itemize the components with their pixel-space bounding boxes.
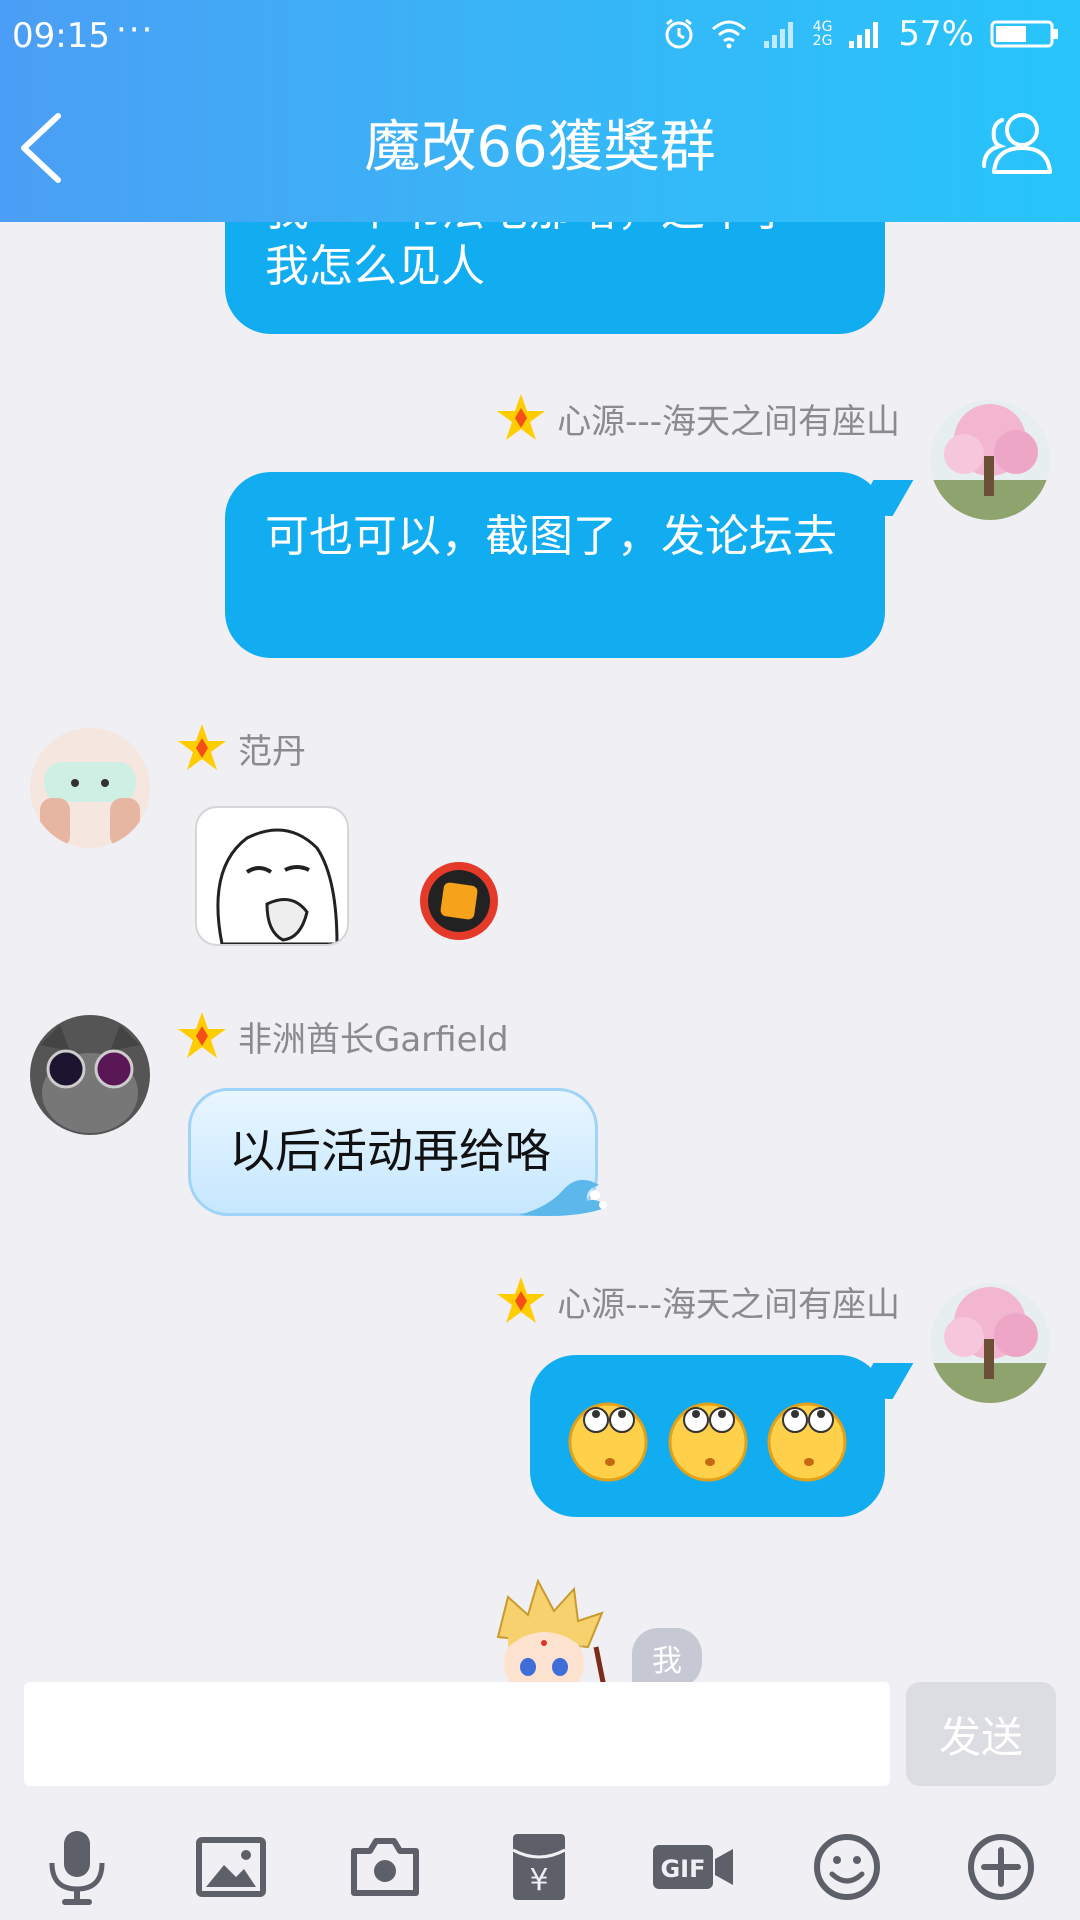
gif-button[interactable]: GIF xyxy=(648,1822,738,1912)
svg-text:GIF: GIF xyxy=(660,1855,705,1883)
input-toolbar: ¥ GIF xyxy=(0,1822,1080,1912)
sender-row: 心源---海天之间有座山 xyxy=(495,392,900,444)
rolling-eyes-emoji-icon xyxy=(568,1402,648,1482)
alarm-icon xyxy=(665,18,693,49)
sender-name[interactable]: 心源---海天之间有座山 xyxy=(557,1277,900,1326)
self-tag-badge: 我 xyxy=(632,1628,702,1682)
avatar[interactable] xyxy=(30,1015,150,1135)
star-badge-icon xyxy=(497,394,546,440)
avatar-cherry-tree-image xyxy=(930,1283,1050,1403)
sender-name[interactable]: 非洲酋长Garfield xyxy=(238,1012,509,1061)
avatar[interactable] xyxy=(30,728,150,848)
group-members-icon xyxy=(982,113,1052,174)
angry-emoji-icon[interactable] xyxy=(420,862,498,940)
star-badge-icon xyxy=(178,724,226,770)
status-more: ··· xyxy=(116,10,155,50)
gif-icon: GIF xyxy=(653,1845,733,1889)
message-text: 可也可以，截图了，发论坛去 xyxy=(265,511,837,562)
emoji-icon xyxy=(814,1834,880,1900)
battery-icon xyxy=(990,20,1058,48)
signal-icon-sim1 xyxy=(763,22,793,48)
image-icon xyxy=(196,1837,266,1897)
svg-text:¥: ¥ xyxy=(529,1863,548,1898)
message-input[interactable] xyxy=(24,1682,890,1786)
status-time: 09:15 xyxy=(12,16,110,56)
message-list[interactable]: 我一个书法宅那嗐，这举了 我怎么见人 心源---海天之间有座山 可也可以，截图了… xyxy=(0,222,1080,1682)
message-bubble-outgoing[interactable]: 可也可以，截图了，发论坛去 xyxy=(225,472,885,658)
star-badge-icon xyxy=(497,1277,546,1323)
message-text: 以后活动再给咯 xyxy=(229,1124,551,1178)
status-bar: 09:15 ··· 4G 2G 57% xyxy=(0,0,1080,76)
avatar[interactable] xyxy=(930,1283,1050,1403)
sender-name[interactable]: 范丹 xyxy=(238,724,306,773)
avatar-cherry-tree-image xyxy=(930,400,1050,520)
sender-row: 非洲酋长Garfield xyxy=(176,1010,509,1062)
more-functions-button[interactable] xyxy=(956,1822,1046,1912)
rolling-eyes-emoji-icon xyxy=(668,1402,747,1482)
red-packet-icon: ¥ xyxy=(512,1834,566,1900)
sender-name[interactable]: 心源---海天之间有座山 xyxy=(557,394,900,443)
message-bubble-incoming[interactable]: 以后活动再给咯 xyxy=(188,1088,607,1216)
star-badge-icon xyxy=(178,1012,226,1058)
emoji-button[interactable] xyxy=(802,1822,892,1912)
anime-character-icon xyxy=(496,1578,606,1682)
red-packet-button[interactable]: ¥ xyxy=(494,1822,584,1912)
group-members-button[interactable] xyxy=(978,106,1058,186)
plus-icon xyxy=(968,1834,1034,1900)
avatar[interactable] xyxy=(930,400,1050,520)
message-bubble-outgoing[interactable]: 我一个书法宅那嗐，这举了 我怎么见人 xyxy=(225,222,885,334)
camera-button[interactable] xyxy=(340,1822,430,1912)
avatar-cat-sunglasses-image xyxy=(30,1015,150,1135)
title-bar: 09:15 ··· 4G 2G 57% 魔改66獲獎群 xyxy=(0,0,1080,222)
sender-row: 心源---海天之间有座山 xyxy=(495,1275,900,1327)
chat-title: 魔改66獲獎群 xyxy=(364,115,716,180)
anime-character-avatar[interactable] xyxy=(478,1577,618,1682)
meme-face-sticker-icon xyxy=(216,828,339,944)
send-button[interactable]: 发送 xyxy=(906,1682,1056,1786)
wifi-icon xyxy=(711,20,746,49)
network-type-top: 4G xyxy=(812,19,833,35)
sender-row: 范丹 xyxy=(176,722,306,774)
microphone-icon xyxy=(49,1831,105,1905)
rolling-eyes-emoji-icon xyxy=(767,1402,847,1482)
message-bubble-outgoing[interactable] xyxy=(530,1355,885,1517)
battery-percent: 57% xyxy=(898,14,974,54)
image-button[interactable] xyxy=(186,1822,276,1912)
network-type-bottom: 2G xyxy=(812,33,833,49)
message-text: 我怎么见人 xyxy=(265,241,485,292)
avatar-mask-image xyxy=(30,728,150,848)
wave-decoration-icon xyxy=(519,1179,607,1216)
input-area: 发送 ¥ GIF xyxy=(0,1682,1080,1920)
sticker-message[interactable] xyxy=(195,806,349,946)
camera-icon xyxy=(351,1838,419,1896)
signal-icon-sim2 xyxy=(849,22,879,48)
voice-button[interactable] xyxy=(32,1822,122,1912)
message-partial-line: 我一个书法宅那嗐，这举了 xyxy=(265,222,793,240)
